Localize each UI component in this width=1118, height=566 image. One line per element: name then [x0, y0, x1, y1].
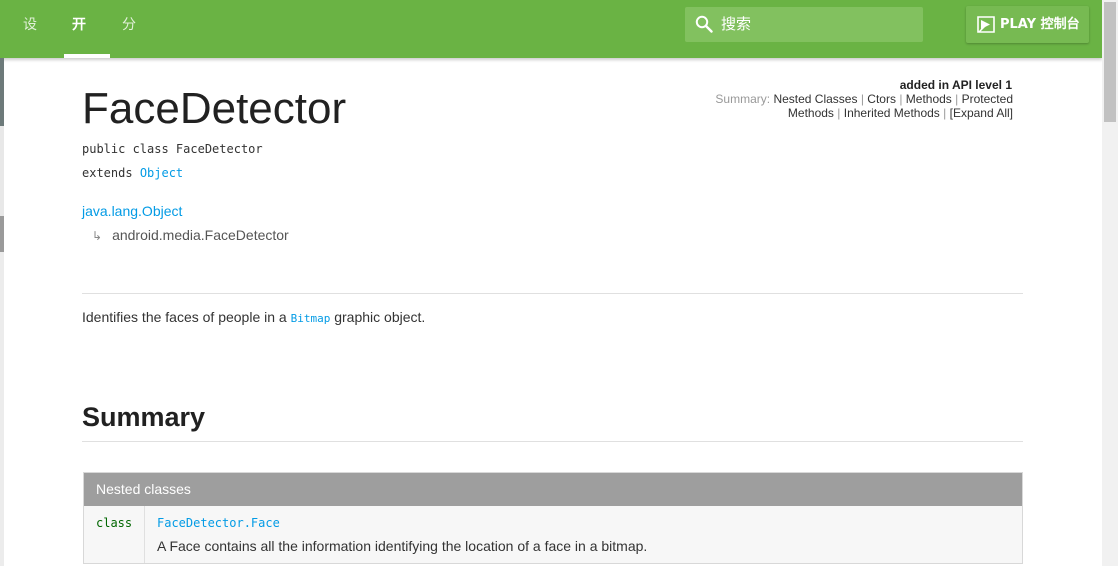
table-row: class FaceDetector.Face A Face contains …	[84, 506, 1022, 563]
separator: |	[899, 92, 903, 106]
active-tab-indicator	[64, 54, 110, 58]
hierarchy-arrow-icon: ↳	[92, 229, 103, 243]
separator: |	[837, 106, 841, 120]
nested-class-description: A Face contains all the information iden…	[157, 538, 648, 554]
summary-prefix: Summary:	[715, 92, 771, 106]
left-edge-strip	[0, 216, 4, 252]
nav-item-distribute[interactable]: 分发	[122, 0, 136, 83]
divider	[82, 293, 1023, 294]
search-input[interactable]: 搜索	[721, 7, 751, 42]
summary-heading: Summary	[82, 402, 206, 432]
table-header: Nested classes	[84, 473, 1022, 506]
left-edge-strip	[0, 252, 4, 566]
nav-item-develop[interactable]: 开发	[72, 0, 86, 83]
expand-all-link[interactable]: [Expand All]	[950, 106, 1013, 120]
page-title: FaceDetector	[82, 84, 347, 133]
nav-item-design[interactable]: 设计	[23, 0, 37, 83]
class-type-cell: class	[84, 506, 145, 563]
extends-declaration: extends Object	[82, 166, 183, 180]
hierarchy-current-class: android.media.FaceDetector	[112, 227, 289, 243]
search-icon	[695, 15, 713, 33]
description-text: graphic object.	[334, 309, 426, 325]
hierarchy-current: ↳ android.media.FaceDetector	[92, 227, 289, 243]
bitmap-link[interactable]: Bitmap	[291, 312, 331, 325]
class-description: Identifies the faces of people in a Bitm…	[82, 309, 425, 325]
extends-class-link[interactable]: Object	[140, 166, 183, 180]
summary-link-ctors[interactable]: Ctors	[867, 92, 896, 106]
divider	[82, 441, 1023, 442]
api-level-label: added in API level 1	[899, 78, 1012, 92]
left-edge-strip	[0, 58, 4, 126]
nested-classes-table: Nested classes class FaceDetector.Face A…	[83, 472, 1023, 564]
separator: |	[955, 92, 959, 106]
class-declaration: public class FaceDetector	[82, 142, 263, 156]
play-console-label: PLAY 控制台	[1000, 17, 1080, 32]
nested-class-link[interactable]: FaceDetector.Face	[157, 516, 280, 530]
summary-link-nested-classes[interactable]: Nested Classes	[773, 92, 857, 106]
description-text: Identifies the faces of people in a	[82, 309, 287, 325]
hierarchy-parent-link[interactable]: java.lang.Object	[82, 203, 182, 219]
play-console-icon	[977, 16, 995, 33]
summary-link-methods[interactable]: Methods	[906, 92, 952, 106]
left-edge-strip	[0, 126, 4, 216]
search-box[interactable]: 搜索	[685, 7, 923, 42]
top-app-bar: 设计 开发 分发 搜索 PLAY 控制台	[0, 0, 1102, 83]
extends-keyword: extends	[82, 166, 133, 180]
separator: |	[860, 92, 864, 106]
separator: |	[943, 106, 947, 120]
scrollbar-thumb[interactable]	[1104, 2, 1116, 122]
summary-link-inherited-methods[interactable]: Inherited Methods	[844, 106, 940, 120]
summary-nav: Summary: Nested Classes | Ctors | Method…	[700, 92, 1013, 120]
play-console-button[interactable]: PLAY 控制台	[966, 6, 1089, 43]
